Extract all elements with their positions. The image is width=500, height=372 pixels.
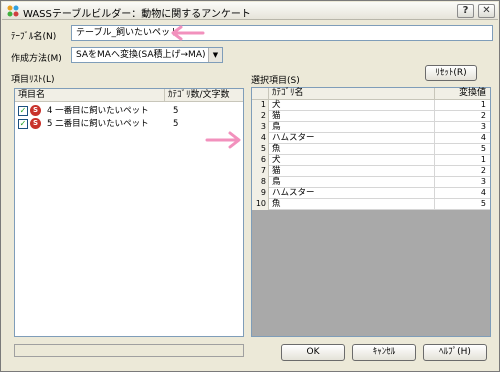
table-row[interactable]: 4 ハムスター 4 bbox=[252, 133, 490, 144]
close-icon[interactable]: ✕ bbox=[478, 4, 495, 18]
value-cell[interactable]: 4 bbox=[481, 133, 486, 143]
value-cell[interactable]: 3 bbox=[481, 122, 486, 132]
table-row[interactable]: 1 犬 1 bbox=[252, 100, 490, 111]
value-cell[interactable]: 1 bbox=[481, 100, 486, 110]
value-cell[interactable]: 3 bbox=[481, 177, 486, 187]
help-icon[interactable]: ? bbox=[457, 4, 474, 18]
table-row[interactable]: 5 魚 5 bbox=[252, 144, 490, 155]
row-number: 8 bbox=[252, 177, 269, 188]
category-cell[interactable]: 猫 bbox=[272, 166, 281, 176]
value-cell[interactable]: 1 bbox=[481, 155, 486, 165]
item-list-label: 項目ﾘｽﾄ(L) bbox=[11, 75, 55, 85]
category-cell[interactable]: ハムスター bbox=[272, 188, 315, 198]
cell-divider bbox=[434, 111, 435, 122]
item-checkbox[interactable]: ✓ bbox=[18, 119, 28, 129]
grid-header: ｶﾃｺﾞﾘ名 変換値 bbox=[252, 88, 490, 100]
annotation-arrow-left bbox=[171, 25, 205, 41]
column-header-item-name[interactable]: 項目名 bbox=[15, 89, 165, 102]
ok-button-label: OK bbox=[306, 347, 320, 357]
row-number: 9 bbox=[252, 188, 269, 199]
help-button-label: ﾍﾙﾌﾟ(H) bbox=[439, 347, 471, 357]
selected-items-label: 選択項目(S) bbox=[251, 76, 300, 86]
table-row[interactable]: 7 猫 2 bbox=[252, 166, 490, 177]
column-header-category-name[interactable]: ｶﾃｺﾞﾘ名 bbox=[272, 88, 304, 99]
table-name-label: ﾃｰﾌﾞﾙ名(N) bbox=[11, 32, 57, 42]
list-item-label: 4 一番目に飼いたいペット bbox=[47, 106, 149, 116]
table-row[interactable]: 3 鳥 3 bbox=[252, 122, 490, 133]
category-cell[interactable]: ハムスター bbox=[272, 133, 315, 143]
cancel-button[interactable]: ｷｬﾝｾﾙ bbox=[352, 344, 416, 361]
item-checkbox[interactable]: ✓ bbox=[18, 106, 28, 116]
list-item-count: 5 bbox=[173, 106, 179, 116]
reset-button-label: ﾘｾｯﾄ(R) bbox=[435, 68, 467, 78]
value-cell[interactable]: 2 bbox=[481, 166, 486, 176]
value-cell[interactable]: 4 bbox=[481, 188, 486, 198]
value-cell[interactable]: 5 bbox=[481, 144, 486, 154]
row-number: 1 bbox=[252, 100, 269, 111]
table-row[interactable]: 9 ハムスター 4 bbox=[252, 188, 490, 199]
category-cell[interactable]: 鳥 bbox=[272, 122, 281, 132]
chevron-down-icon[interactable]: ▼ bbox=[208, 48, 222, 62]
ok-button[interactable]: OK bbox=[281, 344, 345, 361]
list-item[interactable]: ✓ S 4 一番目に飼いたいペット 5 bbox=[17, 105, 242, 118]
cell-divider bbox=[434, 133, 435, 144]
list-item[interactable]: ✓ S 5 二番目に飼いたいペット 5 bbox=[17, 118, 242, 131]
table-row[interactable]: 10 魚 5 bbox=[252, 199, 490, 210]
method-select[interactable]: SAをMAへ変換(SA積上げ→MA) ▼ bbox=[71, 47, 223, 63]
reset-button[interactable]: ﾘｾｯﾄ(R) bbox=[425, 65, 477, 81]
status-bar bbox=[14, 344, 244, 357]
category-cell[interactable]: 犬 bbox=[272, 100, 281, 110]
cell-divider bbox=[434, 199, 435, 210]
table-row[interactable]: 8 鳥 3 bbox=[252, 177, 490, 188]
column-header-category-count[interactable]: ｶﾃｺﾞﾘ数/文字数 bbox=[165, 89, 243, 102]
category-cell[interactable]: 鳥 bbox=[272, 177, 281, 187]
single-answer-icon: S bbox=[30, 105, 41, 116]
row-number: 4 bbox=[252, 133, 269, 144]
method-label: 作成方法(M) bbox=[11, 54, 62, 64]
cell-divider bbox=[434, 155, 435, 166]
table-row[interactable]: 6 犬 1 bbox=[252, 155, 490, 166]
method-select-value: SAをMAへ変換(SA積上げ→MA) bbox=[76, 50, 206, 60]
cell-divider bbox=[434, 188, 435, 199]
window-title: WASSテーブルビルダー：動物に関するアンケート bbox=[23, 9, 251, 20]
cell-divider bbox=[434, 144, 435, 155]
column-header-conversion-value: 変換値 bbox=[458, 88, 486, 98]
category-cell[interactable]: 犬 bbox=[272, 155, 281, 165]
selected-items-grid[interactable]: ｶﾃｺﾞﾘ名 変換値 1 犬 1 2 猫 2 3 鳥 3 4 ハムスター 4 5… bbox=[251, 87, 491, 337]
category-cell[interactable]: 魚 bbox=[272, 144, 281, 154]
list-item-count: 5 bbox=[173, 119, 179, 129]
grid-corner bbox=[252, 88, 269, 100]
table-row[interactable]: 2 猫 2 bbox=[252, 111, 490, 122]
cell-divider bbox=[434, 122, 435, 133]
row-number: 7 bbox=[252, 166, 269, 177]
value-cell[interactable]: 5 bbox=[481, 199, 486, 209]
row-number: 6 bbox=[252, 155, 269, 166]
wass-app-icon bbox=[7, 5, 19, 17]
cancel-button-label: ｷｬﾝｾﾙ bbox=[372, 347, 396, 357]
cell-divider bbox=[434, 166, 435, 177]
column-header-value-cell[interactable]: 変換値 bbox=[434, 88, 490, 100]
item-list[interactable]: 項目名 ｶﾃｺﾞﾘ数/文字数 ✓ S 4 一番目に飼いたいペット 5 ✓ S 5… bbox=[14, 88, 244, 337]
help-button[interactable]: ﾍﾙﾌﾟ(H) bbox=[423, 344, 487, 361]
dialog-window: WASSテーブルビルダー：動物に関するアンケート ? ✕ ﾃｰﾌﾞﾙ名(N) テ… bbox=[0, 0, 500, 372]
category-cell[interactable]: 魚 bbox=[272, 199, 281, 209]
row-number: 2 bbox=[252, 111, 269, 122]
title-bar[interactable]: WASSテーブルビルダー：動物に関するアンケート ? ✕ bbox=[2, 2, 498, 20]
category-cell[interactable]: 猫 bbox=[272, 111, 281, 121]
row-number: 10 bbox=[252, 199, 269, 210]
table-name-input[interactable]: テーブル_飼いたいペット bbox=[71, 25, 493, 41]
value-cell[interactable]: 2 bbox=[481, 111, 486, 121]
single-answer-icon: S bbox=[30, 118, 41, 129]
row-number: 3 bbox=[252, 122, 269, 133]
annotation-arrow-right bbox=[205, 131, 241, 149]
cell-divider bbox=[434, 177, 435, 188]
cell-divider bbox=[434, 100, 435, 111]
list-item-label: 5 二番目に飼いたいペット bbox=[47, 119, 149, 129]
row-number: 5 bbox=[252, 144, 269, 155]
